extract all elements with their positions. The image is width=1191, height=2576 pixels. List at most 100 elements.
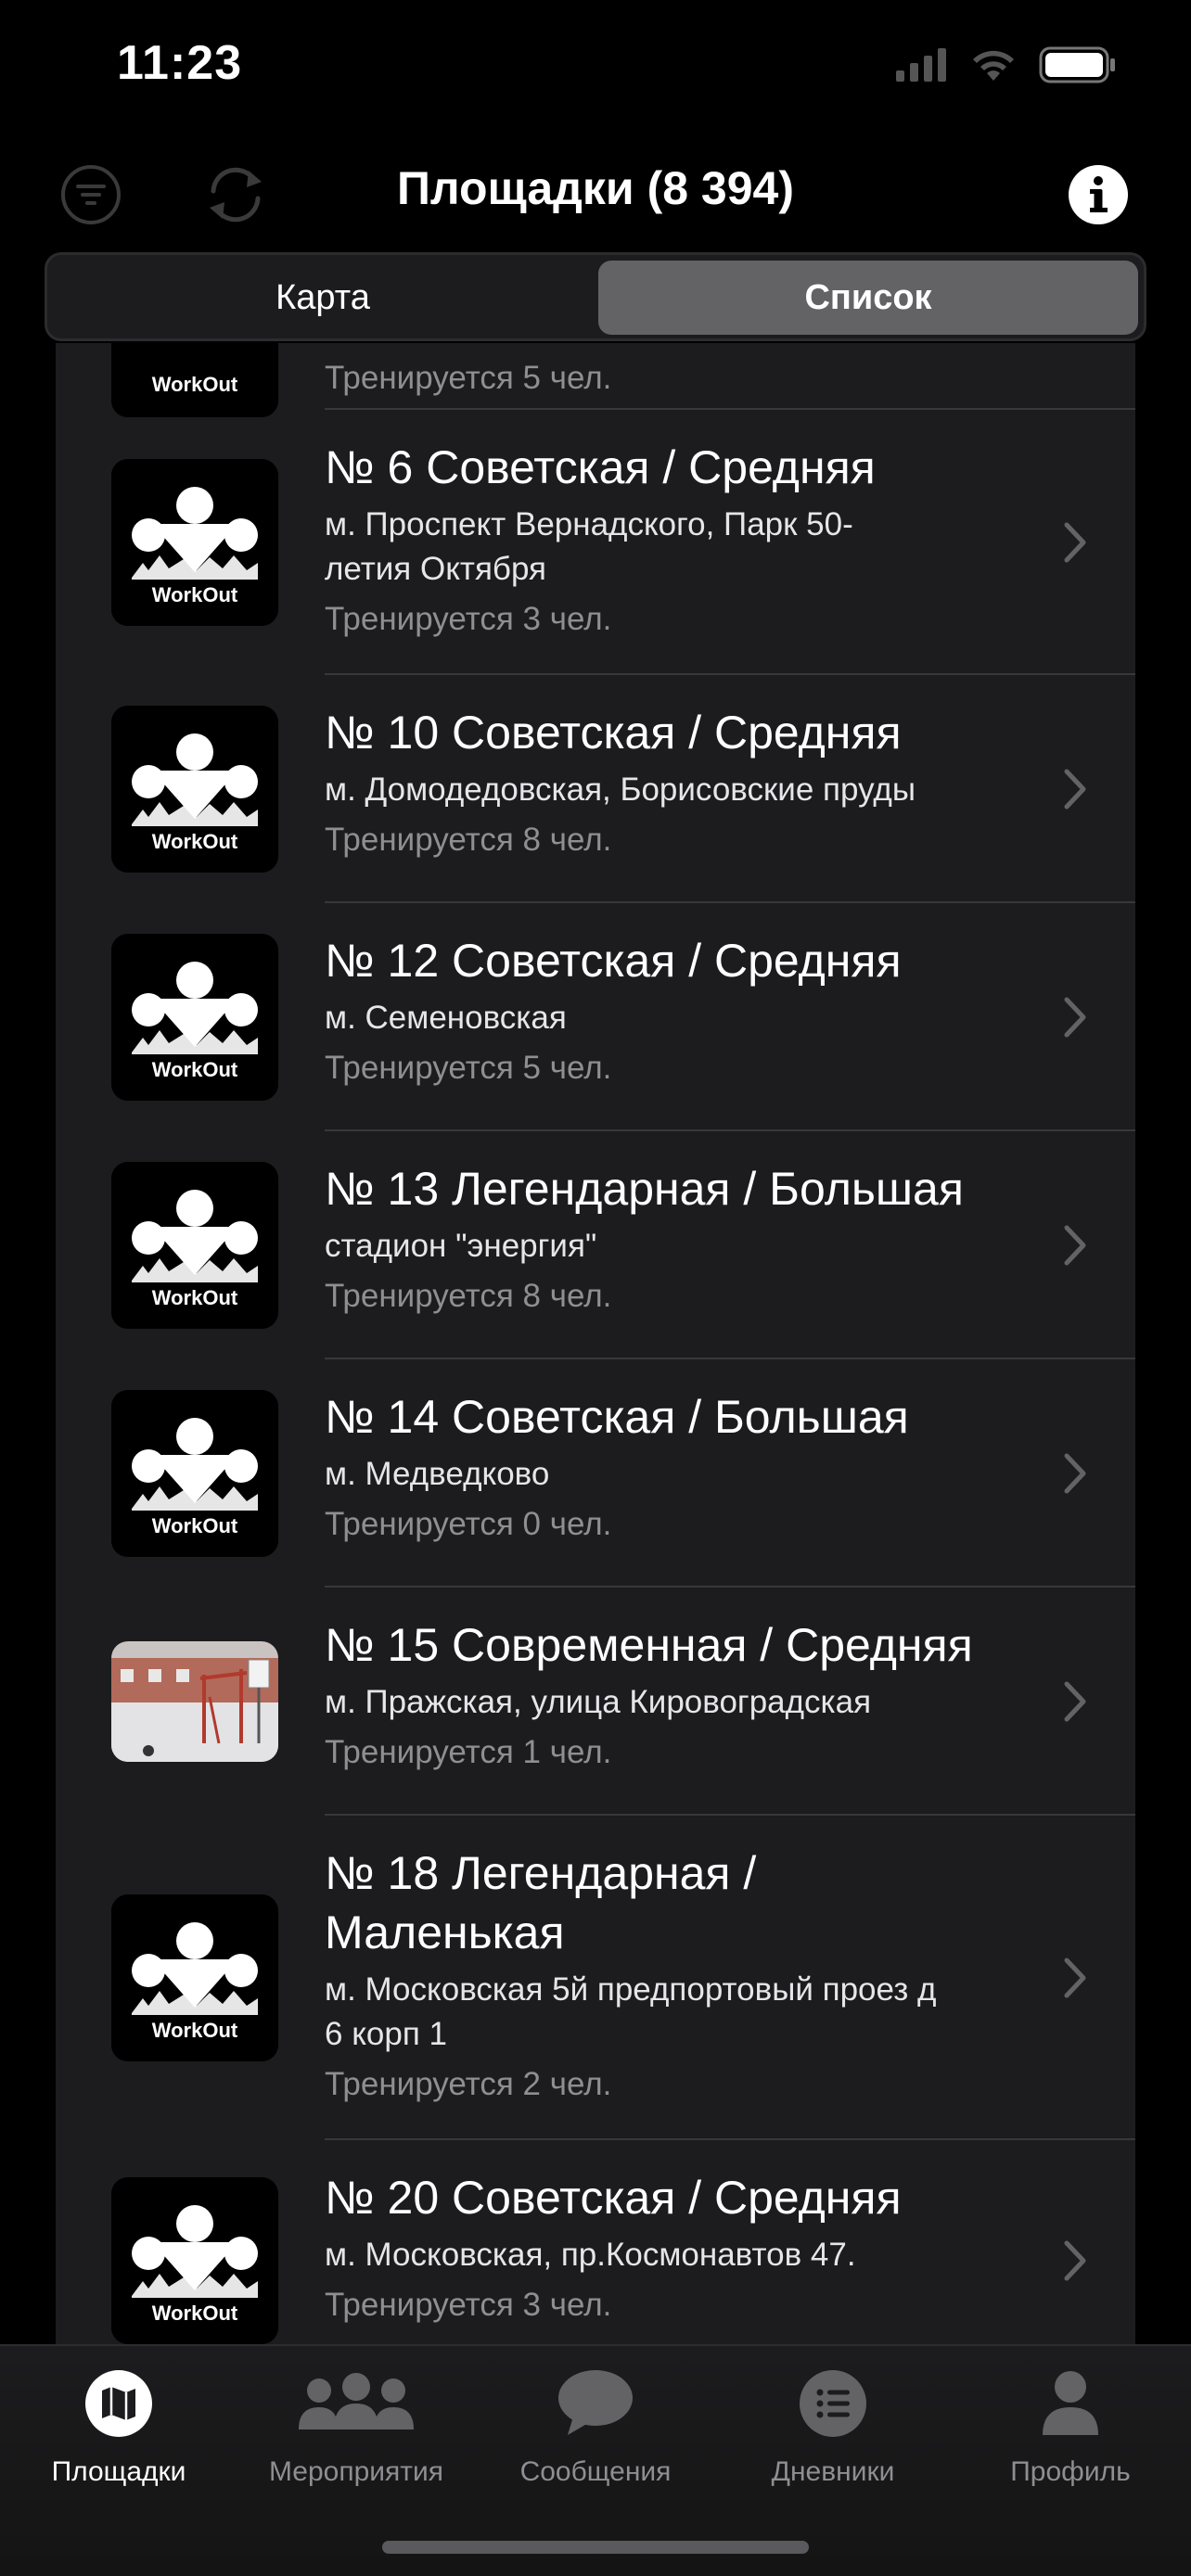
home-indicator bbox=[382, 2541, 809, 2554]
workout-logo: WorkOut bbox=[111, 343, 278, 417]
title-line: № 14 Советская / Большая bbox=[325, 1391, 909, 1443]
tab-label: Сообщения bbox=[519, 2456, 672, 2487]
title-line: № 6 Советская / Средняя bbox=[325, 441, 876, 493]
playground-title: № 15 Современная / Средняя bbox=[325, 1615, 1057, 1675]
chat-bubble-icon bbox=[558, 2370, 633, 2435]
list-icon bbox=[800, 2370, 866, 2437]
chevron-right-icon bbox=[1064, 1958, 1086, 1998]
address-line: м. Семеновская bbox=[325, 1000, 567, 1036]
wifi-icon bbox=[973, 50, 1014, 81]
segment-map[interactable]: Карта bbox=[53, 261, 593, 335]
playground-photo bbox=[111, 1641, 278, 1762]
list-item[interactable]: WorkOut № 10 Советская / Средняя м. Домоде… bbox=[56, 675, 1135, 903]
playground-title: № 13 Легендарная / Большая bbox=[325, 1159, 1057, 1218]
playground-list[interactable]: WorkOut Тренируется 5 чел. WorkOut № 6 Со… bbox=[56, 343, 1135, 2344]
training-count: Тренируется 3 чел. bbox=[325, 601, 612, 637]
tab-label: Площадки bbox=[51, 2456, 186, 2487]
playground-title: № 6 Советская / Средняя bbox=[325, 438, 1057, 497]
segment-list[interactable]: Список bbox=[598, 261, 1138, 335]
tab-playgrounds[interactable]: Площадки bbox=[0, 2368, 237, 2488]
tab-events[interactable]: Мероприятия bbox=[237, 2368, 475, 2488]
list-item[interactable]: WorkOut № 20 Советская / Средняя м. Москов… bbox=[56, 2140, 1135, 2344]
svg-text:WorkOut: WorkOut bbox=[152, 373, 238, 396]
playground-title: № 20 Советская / Средняя bbox=[325, 2168, 1057, 2227]
status-icons bbox=[896, 46, 1117, 83]
workout-logo: WorkOut bbox=[111, 1894, 278, 2061]
playground-address: м. Пражская, улица Кировоградская bbox=[325, 1680, 1057, 1725]
workout-logo: WorkOut bbox=[111, 706, 278, 873]
title-line: Маленькая bbox=[325, 1906, 565, 1958]
person-icon bbox=[1043, 2371, 1098, 2435]
address-line: летия Октября bbox=[325, 551, 546, 587]
page-title: Площадки (8 394) bbox=[396, 162, 794, 214]
training-count: Тренируется 8 чел. bbox=[325, 822, 612, 858]
playground-address: м. Семеновская bbox=[325, 996, 1057, 1040]
playground-address: м. Домодедовская, Борисовские пруды bbox=[325, 768, 1057, 812]
tab-label: Профиль bbox=[1010, 2456, 1131, 2487]
svg-text:WorkOut: WorkOut bbox=[152, 830, 238, 853]
map-icon bbox=[85, 2370, 152, 2437]
list-item[interactable]: WorkOut № 18 Легендарная / Маленькая м. Мос… bbox=[56, 1816, 1135, 2140]
svg-text:WorkOut: WorkOut bbox=[152, 583, 238, 606]
training-count: Тренируется 0 чел. bbox=[325, 1506, 612, 1542]
workout-logo: WorkOut bbox=[111, 459, 278, 626]
navigation-bar: Площадки (8 394) bbox=[0, 139, 1191, 250]
title-line: № 13 Легендарная / Большая bbox=[325, 1163, 964, 1215]
info-button[interactable] bbox=[1061, 158, 1135, 232]
chevron-right-icon bbox=[1064, 1681, 1086, 1722]
battery-icon bbox=[1039, 46, 1115, 83]
playground-address: м. Медведково bbox=[325, 1452, 1057, 1497]
playground-address: м. Проспект Вернадского, Парк 50- летия О… bbox=[325, 503, 1057, 592]
address-line: м. Московская, пр.Космонавтов 47. bbox=[325, 2237, 856, 2273]
list-item[interactable]: WorkOut № 13 Легендарная / Большая стадион… bbox=[56, 1131, 1135, 1359]
list-item[interactable]: № 15 Современная / Средняя м. Пражская, у… bbox=[56, 1588, 1135, 1816]
workout-logo: WorkOut bbox=[111, 2177, 278, 2344]
title-line: № 20 Советская / Средняя bbox=[325, 2172, 902, 2224]
people-icon bbox=[299, 2373, 414, 2429]
info-icon bbox=[1069, 165, 1128, 224]
training-count: Тренируется 3 чел. bbox=[325, 2287, 612, 2323]
workout-logo: WorkOut bbox=[111, 1162, 278, 1329]
title-line: № 18 Легендарная / bbox=[325, 1847, 757, 1899]
chevron-right-icon bbox=[1064, 2240, 1086, 2281]
address-line: м. Медведково bbox=[325, 1456, 550, 1492]
training-count: Тренируется 8 чел. bbox=[325, 1278, 612, 1314]
svg-text:WorkOut: WorkOut bbox=[152, 2302, 238, 2325]
playground-title: № 18 Легендарная / Маленькая bbox=[325, 1843, 1057, 1962]
view-mode-segmented-control: Карта Список bbox=[45, 252, 1146, 341]
list-item[interactable]: WorkOut Тренируется 5 чел. bbox=[56, 343, 1135, 417]
playground-address: м. Московская, пр.Космонавтов 47. bbox=[325, 2233, 1057, 2277]
tab-label: Мероприятия bbox=[268, 2456, 444, 2487]
training-count: Тренируется 5 чел. bbox=[325, 1050, 612, 1086]
tab-messages[interactable]: Сообщения bbox=[477, 2368, 714, 2488]
status-bar: 11:23 bbox=[0, 0, 1191, 139]
training-count: Тренируется 1 чел. bbox=[325, 1734, 612, 1770]
svg-text:WorkOut: WorkOut bbox=[152, 1058, 238, 1081]
playground-address: м. Московская 5й предпортовый проез д 6 к… bbox=[325, 1968, 1057, 2057]
playground-title: № 10 Советская / Средняя bbox=[325, 703, 1057, 762]
title-line: № 15 Современная / Средняя bbox=[325, 1619, 973, 1671]
chevron-right-icon bbox=[1064, 1225, 1086, 1266]
chevron-right-icon bbox=[1064, 522, 1086, 563]
svg-text:WorkOut: WorkOut bbox=[152, 1514, 238, 1537]
list-item[interactable]: WorkOut № 6 Советская / Средняя м. Проспек… bbox=[56, 410, 1135, 675]
chevron-right-icon bbox=[1064, 1453, 1086, 1494]
chevron-right-icon bbox=[1064, 997, 1086, 1038]
training-count: Тренируется 2 чел. bbox=[325, 2066, 612, 2102]
playground-address: стадион "энергия" bbox=[325, 1224, 1057, 1269]
workout-logo: WorkOut bbox=[111, 934, 278, 1101]
address-line: 6 корп 1 bbox=[325, 2016, 447, 2052]
tab-profile[interactable]: Профиль bbox=[952, 2368, 1189, 2488]
list-item[interactable]: WorkOut № 14 Советская / Большая м. Медвед… bbox=[56, 1359, 1135, 1588]
chevron-right-icon bbox=[1064, 769, 1086, 810]
tab-label: Дневники bbox=[771, 2456, 895, 2487]
title-line: № 12 Советская / Средняя bbox=[325, 935, 902, 987]
address-line: м. Домодедовская, Борисовские пруды bbox=[325, 772, 916, 808]
address-line: м. Московская 5й предпортовый проез д bbox=[325, 1971, 937, 2008]
address-line: стадион "энергия" bbox=[325, 1228, 597, 1264]
title-line: № 10 Советская / Средняя bbox=[325, 707, 902, 759]
address-line: м. Проспект Вернадского, Парк 50- bbox=[325, 506, 853, 542]
list-item[interactable]: WorkOut № 12 Советская / Средняя м. Семено… bbox=[56, 903, 1135, 1131]
tab-diaries[interactable]: Дневники bbox=[714, 2368, 952, 2488]
cellular-signal-icon bbox=[896, 48, 946, 82]
